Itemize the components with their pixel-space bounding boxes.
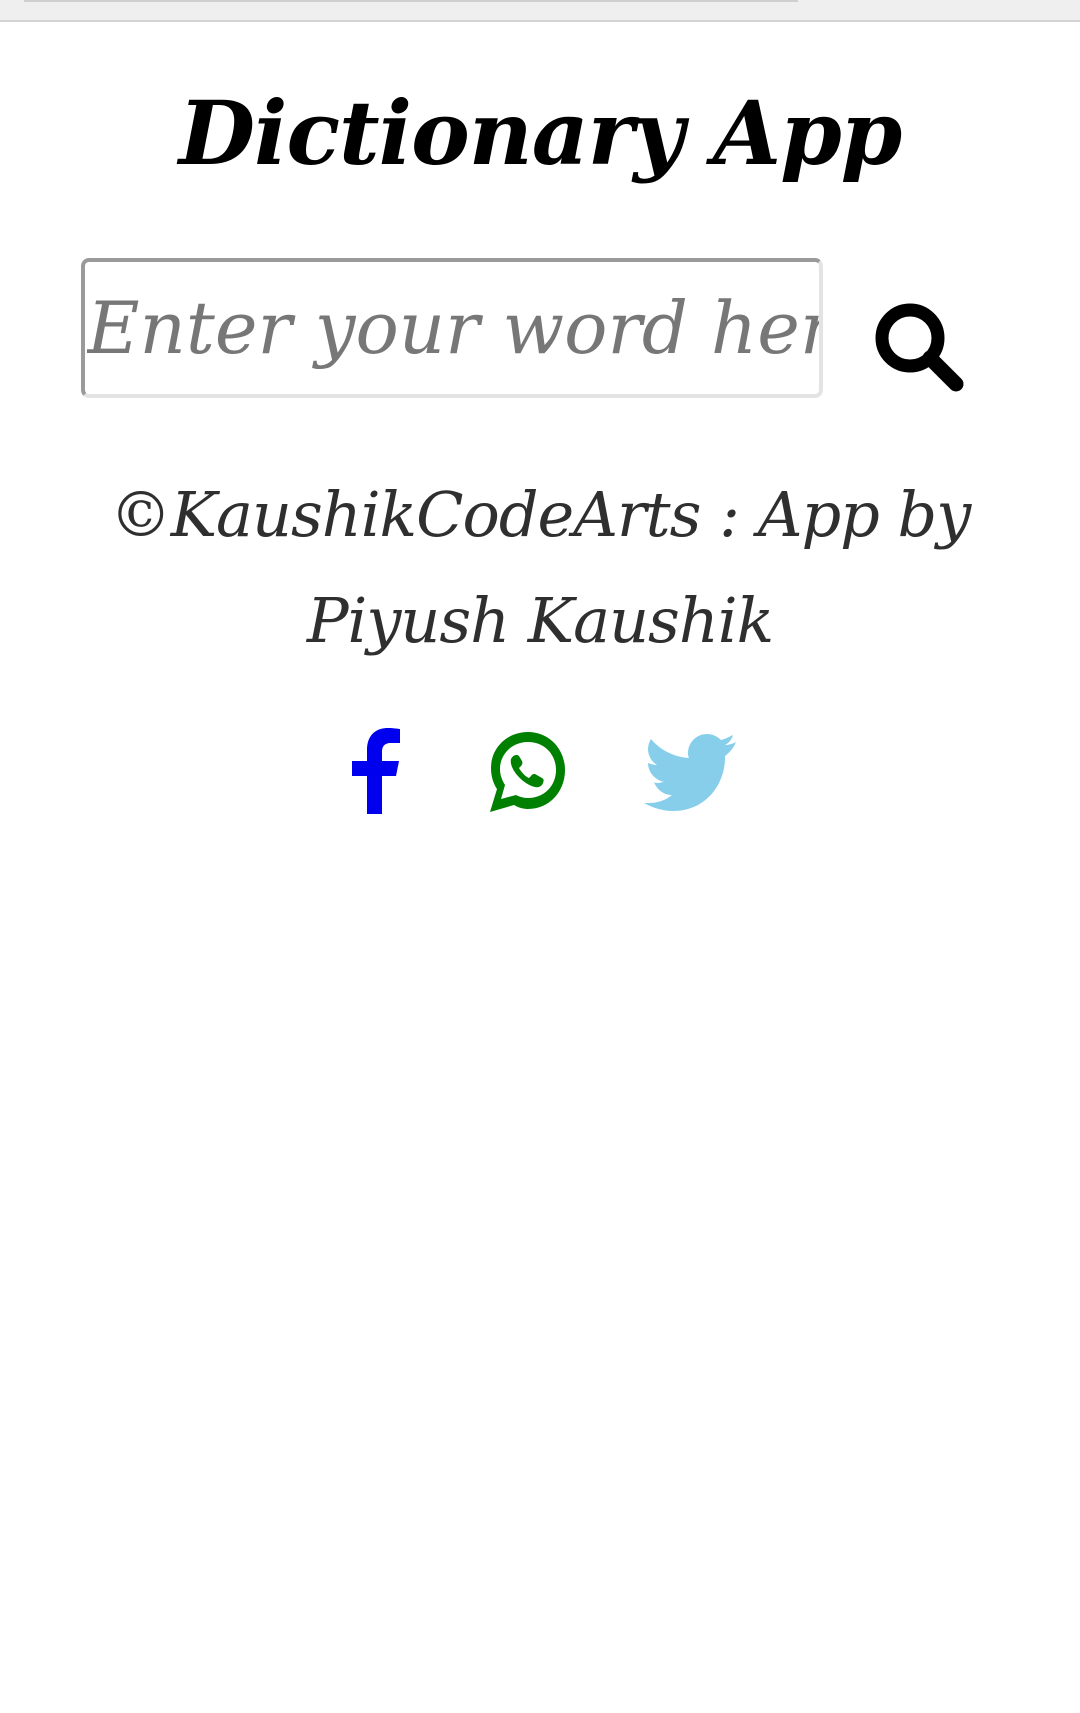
browser-tab-strip [24,0,798,2]
whatsapp-link[interactable] [478,720,578,820]
twitter-link[interactable] [640,720,740,820]
search-button[interactable] [872,300,968,396]
search-icon [875,303,964,392]
facebook-link[interactable] [325,720,425,820]
page-title: Dictionary App [178,81,903,185]
browser-top-bar [0,0,1080,22]
whatsapp-icon [490,732,565,812]
credit-text: ©KaushikCodeArts : App by Piyush Kaushik [109,478,972,657]
search-input[interactable] [81,258,823,398]
twitter-icon [644,734,736,811]
facebook-icon [352,728,400,814]
